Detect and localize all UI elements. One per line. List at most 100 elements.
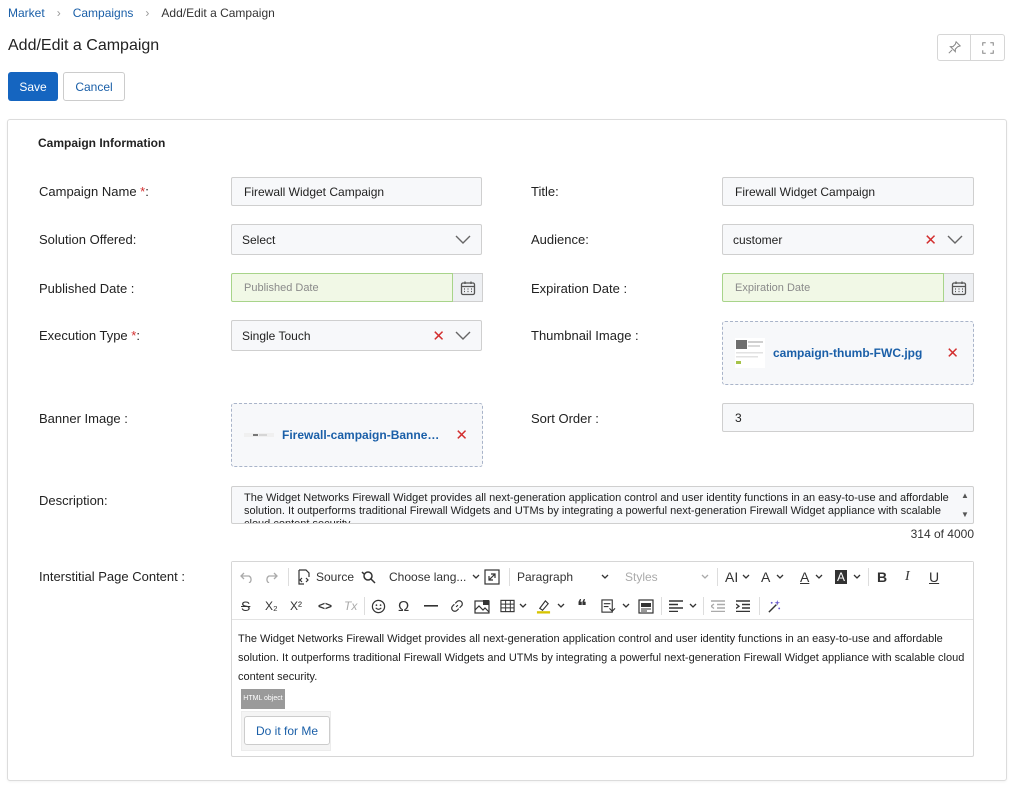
title-input[interactable]: Firewall Widget Campaign <box>722 177 974 206</box>
italic-button[interactable]: I <box>905 567 910 587</box>
find-replace-icon[interactable] <box>360 567 376 587</box>
calendar-button[interactable] <box>453 273 483 302</box>
font-color-dropdown[interactable]: A <box>800 567 823 587</box>
breadcrumb-campaigns[interactable]: Campaigns <box>73 6 134 20</box>
header-actions <box>937 34 1005 61</box>
underline-button[interactable]: U <box>929 567 939 587</box>
textarea-scrollbar[interactable]: ▲ ▼ <box>959 489 971 521</box>
chevron-down-icon <box>776 574 784 579</box>
table-dropdown[interactable] <box>500 596 527 616</box>
do-it-for-me-button[interactable]: Do it for Me <box>244 716 330 745</box>
indent-icon[interactable] <box>736 596 750 616</box>
undo-icon[interactable] <box>240 567 254 587</box>
chevron-down-icon <box>689 603 697 608</box>
strikethrough-button[interactable]: S <box>241 596 250 616</box>
horizontal-line-icon[interactable] <box>424 596 438 616</box>
outdent-icon[interactable] <box>711 596 725 616</box>
pin-icon <box>947 41 961 54</box>
rich-text-editor: Source Choose lang... Paragraph Styles A… <box>231 561 974 757</box>
editor-paragraph: The Widget Networks Firewall Widget prov… <box>238 633 965 683</box>
execution-type-select[interactable]: Single Touch ✕ <box>231 320 482 351</box>
breadcrumb-current: Add/Edit a Campaign <box>161 6 275 20</box>
execution-type-value: Single Touch <box>242 328 311 343</box>
solution-offered-select[interactable]: Select <box>231 224 482 255</box>
styles-dropdown[interactable]: Styles <box>625 567 709 587</box>
banner-filename[interactable]: Firewall-campaign-Banner.j... <box>282 428 442 442</box>
breadcrumb-market[interactable]: Market <box>8 6 45 20</box>
published-date-picker: Published Date <box>231 273 483 302</box>
solution-offered-value: Select <box>242 232 276 247</box>
chevron-right-icon: › <box>145 6 150 20</box>
remove-file-icon[interactable]: ✕ <box>946 344 959 362</box>
solution-offered-label: Solution Offered: <box>39 232 137 247</box>
sort-order-input[interactable]: 3 <box>722 403 974 432</box>
campaign-name-label: Campaign Name *: <box>39 184 149 199</box>
published-date-input[interactable]: Published Date <box>231 273 453 302</box>
table-icon <box>500 599 515 613</box>
alignment-dropdown[interactable] <box>669 596 697 616</box>
subscript-button[interactable]: X₂ <box>265 596 278 616</box>
toolbar-divider <box>717 568 718 586</box>
thumbnail-filename[interactable]: campaign-thumb-FWC.jpg <box>773 346 922 360</box>
special-characters-button[interactable]: Ω <box>398 596 409 616</box>
background-color-dropdown[interactable]: A <box>835 567 861 587</box>
redo-icon[interactable] <box>264 567 278 587</box>
emoji-icon[interactable] <box>371 596 386 616</box>
scroll-up-icon[interactable]: ▲ <box>961 489 969 502</box>
banner-dropzone[interactable]: Firewall-campaign-Banner.j... ✕ <box>231 403 483 467</box>
audience-select[interactable]: customer ✕ <box>722 224 974 255</box>
calendar-button[interactable] <box>944 273 974 302</box>
language-dropdown[interactable]: Choose lang... <box>389 567 480 587</box>
audience-label: Audience: <box>531 232 589 247</box>
save-button[interactable]: Save <box>8 72 58 101</box>
toolbar-divider <box>868 568 869 586</box>
thumbnail-preview <box>735 338 765 368</box>
thumbnail-dropzone[interactable]: campaign-thumb-FWC.jpg ✕ <box>722 321 974 385</box>
thumbnail-image-label: Thumbnail Image : <box>531 328 639 343</box>
link-icon[interactable] <box>450 596 464 616</box>
blockquote-button[interactable]: ❝ <box>577 596 587 617</box>
source-icon <box>298 569 310 585</box>
pin-button[interactable] <box>937 34 971 61</box>
heading-dropdown[interactable]: Paragraph <box>517 567 609 587</box>
highlight-dropdown[interactable] <box>536 596 565 616</box>
cancel-button[interactable]: Cancel <box>63 72 125 101</box>
remove-file-icon[interactable]: ✕ <box>455 426 468 444</box>
ai-assistant-icon[interactable] <box>767 596 782 616</box>
code-button[interactable]: <> <box>318 596 332 616</box>
clear-icon[interactable]: ✕ <box>924 231 937 249</box>
chevron-down-icon <box>701 574 709 579</box>
calendar-icon <box>951 281 966 295</box>
breadcrumb: Market › Campaigns › Add/Edit a Campaign <box>8 6 275 20</box>
chevron-down-icon[interactable] <box>455 331 473 341</box>
html-object-placeholder[interactable]: HTML object <box>241 689 285 709</box>
expiration-date-input[interactable]: Expiration Date <box>722 273 944 302</box>
chevron-down-icon <box>853 574 861 579</box>
toolbar-divider <box>759 597 760 615</box>
template-dropdown[interactable] <box>601 596 630 616</box>
html-embed-icon[interactable] <box>638 596 654 616</box>
maximize-icon[interactable] <box>484 567 500 587</box>
fullscreen-button[interactable] <box>971 34 1005 61</box>
align-left-icon <box>669 600 683 612</box>
font-size-dropdown[interactable]: AI <box>725 567 750 587</box>
campaign-name-input[interactable]: Firewall Widget Campaign <box>231 177 482 206</box>
interstitial-label: Interstitial Page Content : <box>39 569 185 584</box>
chevron-down-icon[interactable] <box>947 235 965 245</box>
template-icon <box>601 598 616 613</box>
fullscreen-icon <box>981 41 994 54</box>
remove-format-button[interactable]: Tx <box>344 596 357 616</box>
chevron-down-icon[interactable] <box>455 235 473 245</box>
clear-icon[interactable]: ✕ <box>432 327 445 345</box>
published-date-label: Published Date : <box>39 281 135 296</box>
description-textarea[interactable]: The Widget Networks Firewall Widget prov… <box>231 486 974 524</box>
editor-content[interactable]: The Widget Networks Firewall Widget prov… <box>232 620 973 761</box>
audience-value: customer <box>733 232 783 247</box>
image-icon[interactable] <box>474 596 490 616</box>
bold-button[interactable]: B <box>877 567 887 587</box>
chevron-down-icon <box>472 574 480 579</box>
scroll-down-icon[interactable]: ▼ <box>961 508 969 521</box>
superscript-button[interactable]: X² <box>290 596 302 616</box>
source-button[interactable]: Source <box>296 567 354 587</box>
font-family-dropdown[interactable]: A <box>761 567 784 587</box>
